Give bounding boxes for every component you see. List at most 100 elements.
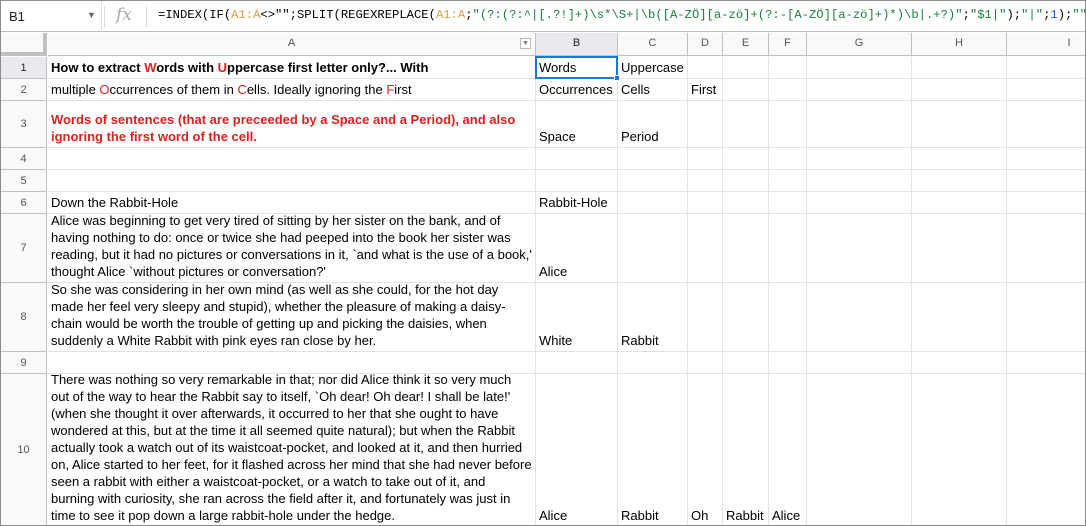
- cell-e7[interactable]: [723, 214, 769, 283]
- row-header-5[interactable]: 5: [1, 170, 47, 192]
- row-header-6[interactable]: 6: [1, 192, 47, 214]
- cell-g7[interactable]: [807, 214, 912, 283]
- cell-i9[interactable]: [1007, 352, 1085, 374]
- cell-h6[interactable]: [912, 192, 1007, 214]
- column-header-b[interactable]: B: [536, 33, 618, 56]
- cell-b5[interactable]: [536, 170, 618, 192]
- cell-g3[interactable]: [807, 101, 912, 148]
- cell-i8[interactable]: [1007, 283, 1085, 352]
- cell-b1[interactable]: Words: [536, 57, 618, 79]
- cell-g6[interactable]: [807, 192, 912, 214]
- cell-g1[interactable]: [807, 57, 912, 79]
- cell-c5[interactable]: [618, 170, 688, 192]
- column-header-a[interactable]: A ▼: [48, 33, 536, 56]
- row-header-7[interactable]: 7: [1, 214, 47, 283]
- cell-g9[interactable]: [807, 352, 912, 374]
- cell-f8[interactable]: [769, 283, 807, 352]
- name-box[interactable]: B1 ▼: [1, 1, 102, 32]
- cell-h3[interactable]: [912, 101, 1007, 148]
- cell-i4[interactable]: [1007, 148, 1085, 170]
- cell-f3[interactable]: [769, 101, 807, 148]
- cell-f1[interactable]: [769, 57, 807, 79]
- row-header-10[interactable]: 10: [1, 374, 47, 525]
- cell-f2[interactable]: [769, 79, 807, 101]
- cell-e9[interactable]: [723, 352, 769, 374]
- cell-g5[interactable]: [807, 170, 912, 192]
- cell-d6[interactable]: [688, 192, 723, 214]
- cell-i2[interactable]: [1007, 79, 1085, 101]
- column-header-f[interactable]: F: [769, 33, 807, 56]
- chevron-down-icon[interactable]: ▼: [87, 10, 96, 20]
- cell-h7[interactable]: [912, 214, 1007, 283]
- cell-d10[interactable]: Oh: [688, 374, 723, 525]
- cell-h4[interactable]: [912, 148, 1007, 170]
- select-all-corner[interactable]: [1, 33, 47, 56]
- cell-i6[interactable]: [1007, 192, 1085, 214]
- cell-d3[interactable]: [688, 101, 723, 148]
- cell-h5[interactable]: [912, 170, 1007, 192]
- cell-f7[interactable]: [769, 214, 807, 283]
- cell-i1[interactable]: [1007, 57, 1085, 79]
- fill-handle[interactable]: [614, 75, 620, 81]
- cell-c10[interactable]: Rabbit: [618, 374, 688, 525]
- column-header-e[interactable]: E: [723, 33, 769, 56]
- row-header-9[interactable]: 9: [1, 352, 47, 374]
- cell-h8[interactable]: [912, 283, 1007, 352]
- column-header-i[interactable]: I: [1007, 33, 1085, 56]
- cell-g2[interactable]: [807, 79, 912, 101]
- cell-c1[interactable]: Uppercase: [618, 57, 688, 79]
- cell-e5[interactable]: [723, 170, 769, 192]
- cell-b3[interactable]: Space: [536, 101, 618, 148]
- row-header-8[interactable]: 8: [1, 283, 47, 352]
- cell-a3[interactable]: Words of sentences (that are preceeded b…: [48, 101, 536, 148]
- cell-a1[interactable]: How to extract Words with Uppercase firs…: [48, 57, 536, 79]
- cell-b4[interactable]: [536, 148, 618, 170]
- cell-c9[interactable]: [618, 352, 688, 374]
- cell-b2[interactable]: Occurrences: [536, 79, 618, 101]
- cell-f9[interactable]: [769, 352, 807, 374]
- cell-e2[interactable]: [723, 79, 769, 101]
- cell-h10[interactable]: [912, 374, 1007, 525]
- cell-i3[interactable]: [1007, 101, 1085, 148]
- cell-c4[interactable]: [618, 148, 688, 170]
- cell-a2[interactable]: multiple Occurrences of them in Cells. I…: [48, 79, 536, 101]
- cell-e8[interactable]: [723, 283, 769, 352]
- cell-i7[interactable]: [1007, 214, 1085, 283]
- cell-d9[interactable]: [688, 352, 723, 374]
- cell-f5[interactable]: [769, 170, 807, 192]
- column-header-h[interactable]: H: [912, 33, 1007, 56]
- cell-c6[interactable]: [618, 192, 688, 214]
- filter-dropdown-icon[interactable]: ▼: [520, 38, 531, 49]
- cell-a8[interactable]: So she was considering in her own mind (…: [48, 282, 536, 352]
- cell-e10[interactable]: Rabbit: [723, 374, 769, 525]
- cell-e6[interactable]: [723, 192, 769, 214]
- cell-d7[interactable]: [688, 214, 723, 283]
- cell-c7[interactable]: [618, 214, 688, 283]
- cell-a4[interactable]: [48, 148, 536, 170]
- cell-f6[interactable]: [769, 192, 807, 214]
- cell-e4[interactable]: [723, 148, 769, 170]
- cell-i5[interactable]: [1007, 170, 1085, 192]
- cell-a6[interactable]: Down the Rabbit-Hole: [48, 192, 536, 214]
- cell-d8[interactable]: [688, 283, 723, 352]
- cell-a7[interactable]: Alice was beginning to get very tired of…: [48, 213, 536, 283]
- row-header-1[interactable]: 1: [1, 57, 47, 79]
- cell-d4[interactable]: [688, 148, 723, 170]
- cell-b6[interactable]: Rabbit-Hole: [536, 192, 618, 214]
- cell-b9[interactable]: [536, 352, 618, 374]
- cell-b10[interactable]: Alice: [536, 374, 618, 525]
- cell-g4[interactable]: [807, 148, 912, 170]
- cell-d2[interactable]: First: [688, 79, 723, 101]
- row-header-2[interactable]: 2: [1, 79, 47, 101]
- cell-e3[interactable]: [723, 101, 769, 148]
- cell-h9[interactable]: [912, 352, 1007, 374]
- formula-input[interactable]: =INDEX(IF(A1:A<>"";SPLIT(REGEXREPLACE(A1…: [158, 8, 1085, 22]
- cell-a10[interactable]: There was nothing so very remarkable in …: [48, 372, 536, 525]
- cell-d1[interactable]: [688, 57, 723, 79]
- cell-f10[interactable]: Alice: [769, 374, 807, 525]
- cell-i10[interactable]: [1007, 374, 1085, 525]
- cell-b7[interactable]: Alice: [536, 214, 618, 283]
- column-header-g[interactable]: G: [807, 33, 912, 56]
- cell-a5[interactable]: [48, 170, 536, 192]
- cell-h2[interactable]: [912, 79, 1007, 101]
